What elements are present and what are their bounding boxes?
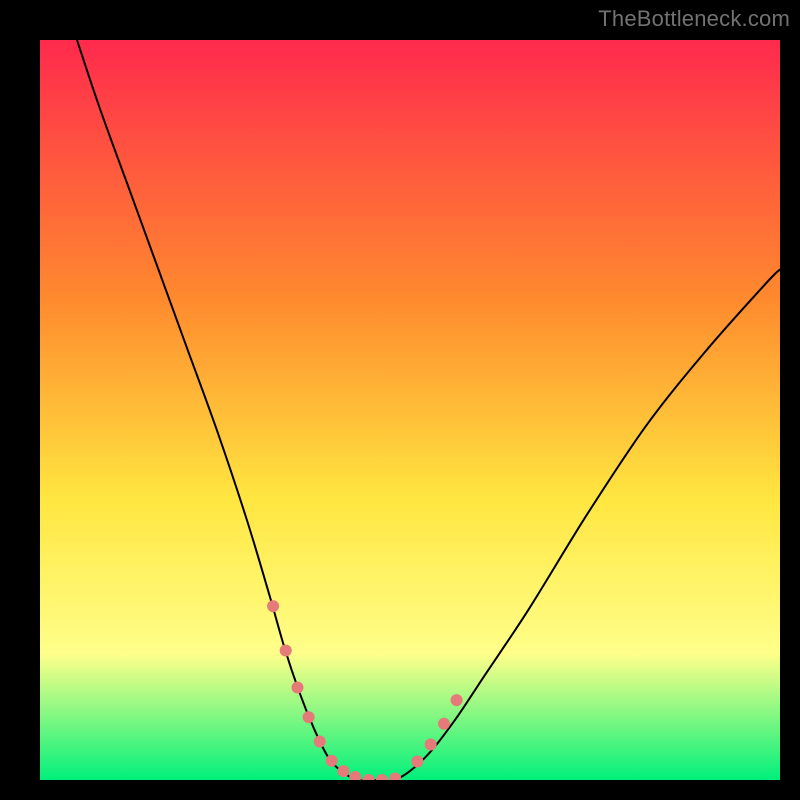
highlight-dot bbox=[451, 694, 463, 706]
highlight-dot bbox=[267, 600, 279, 612]
highlight-dot bbox=[326, 755, 338, 767]
gradient-background bbox=[40, 40, 780, 780]
highlight-dot bbox=[280, 645, 292, 657]
highlight-dot bbox=[425, 739, 437, 751]
highlight-dot bbox=[303, 711, 315, 723]
chart-svg bbox=[40, 40, 780, 780]
highlight-dot bbox=[411, 756, 423, 768]
highlight-dot bbox=[438, 718, 450, 730]
highlight-dot bbox=[314, 736, 326, 748]
watermark-text: TheBottleneck.com bbox=[598, 6, 790, 32]
chart-frame: TheBottleneck.com bbox=[0, 0, 800, 800]
plot-area bbox=[40, 40, 780, 780]
highlight-dot bbox=[292, 682, 304, 694]
highlight-dot bbox=[337, 765, 349, 777]
